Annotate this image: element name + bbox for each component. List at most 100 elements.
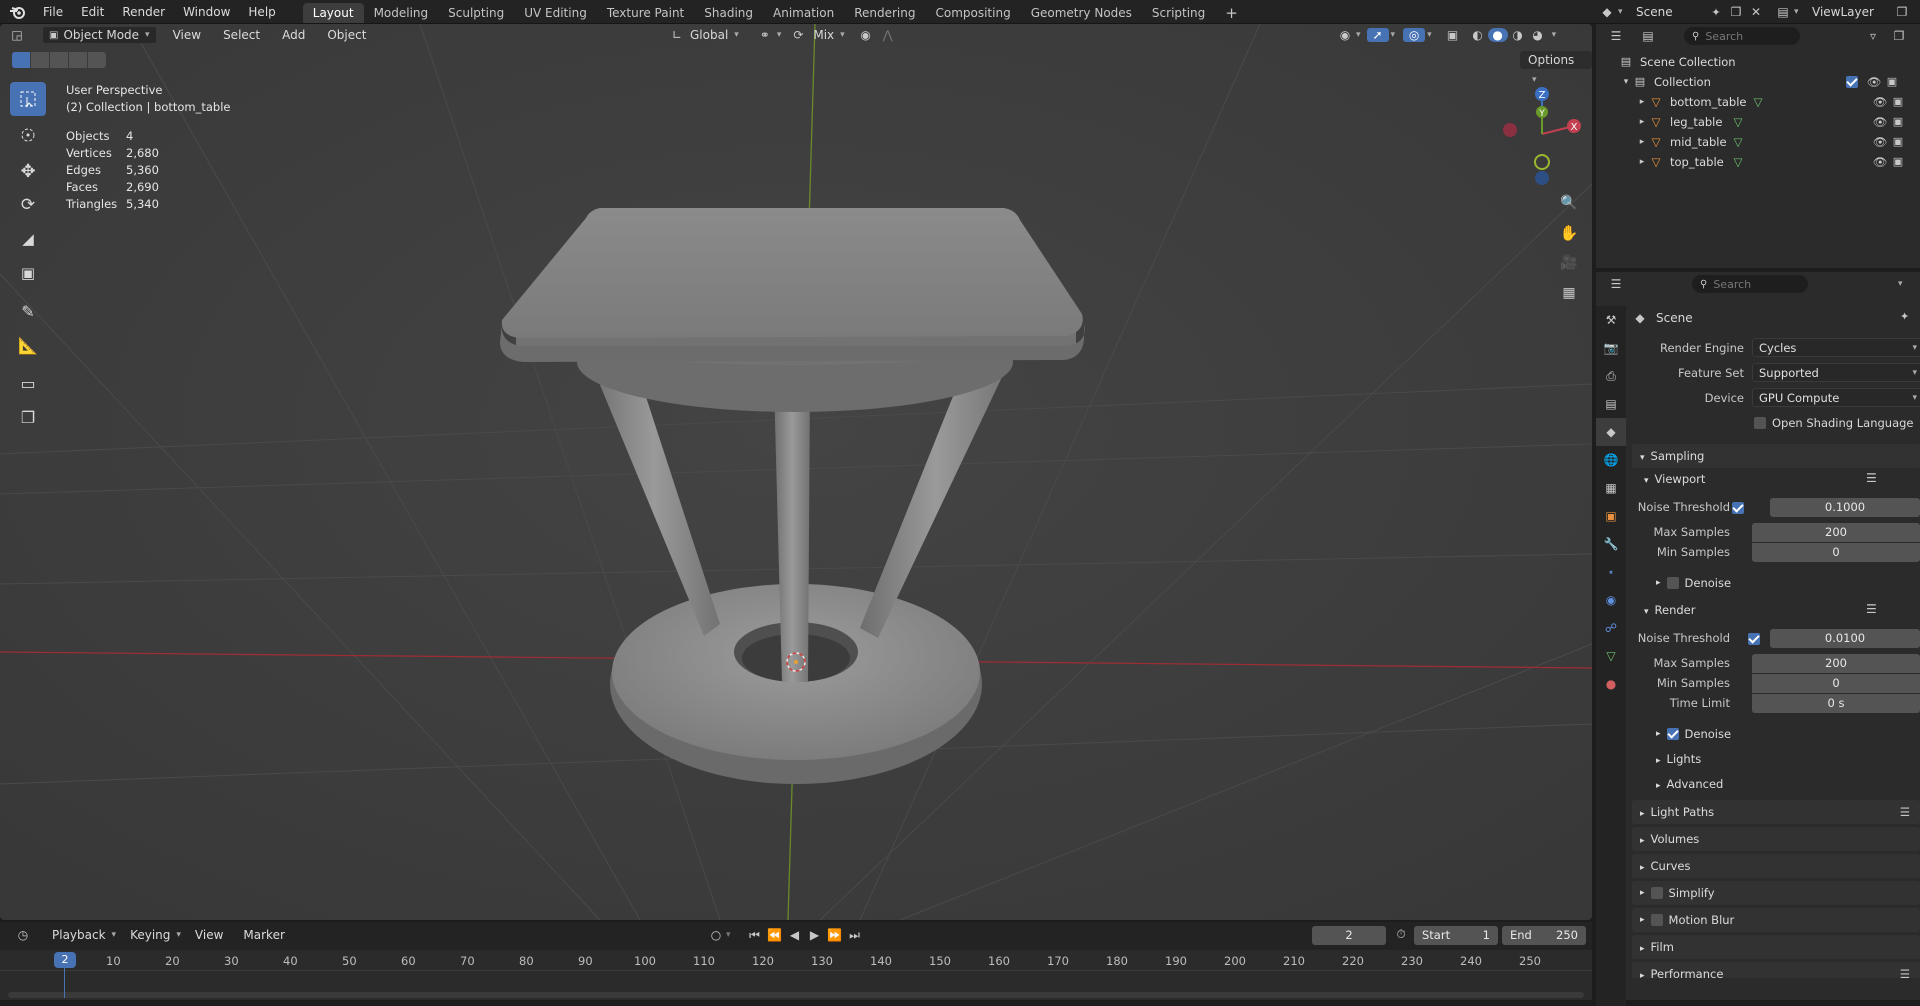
menu-file[interactable]: File [34, 0, 72, 24]
material-tab-icon[interactable]: ● [1596, 670, 1626, 698]
jump-end-icon[interactable]: ⏭ [845, 928, 865, 943]
collection-tab-icon[interactable]: ▦ [1596, 474, 1626, 502]
overlays-icon[interactable]: ◎ [1403, 28, 1426, 42]
pan-hand-icon[interactable]: ✋ [1556, 220, 1582, 246]
options-dropdown[interactable]: Options ▾ [1520, 51, 1592, 85]
viewport-scene[interactable] [0, 24, 1592, 920]
render-noise-threshold-checkbox[interactable] [1747, 633, 1760, 645]
properties-search[interactable]: ⚲ Search [1692, 275, 1808, 293]
simplify-section[interactable]: ▸ Simplify [1632, 881, 1920, 905]
menu-keying[interactable]: Keying [124, 925, 176, 945]
sampling-section-header[interactable]: ▾ Sampling [1632, 444, 1920, 468]
modifier-tab-icon[interactable]: 🔧 [1596, 530, 1626, 558]
eye-icon[interactable]: 👁 [1870, 92, 1890, 112]
motion-blur-checkbox[interactable] [1650, 914, 1663, 926]
filter-icon[interactable]: ▿ [1860, 29, 1886, 43]
rendered-shading-icon[interactable]: ◕ [1528, 28, 1548, 42]
cursor-tool-icon[interactable] [10, 118, 46, 152]
viewport-noise-threshold-checkbox[interactable] [1732, 502, 1744, 514]
volumes-section[interactable]: ▸ Volumes [1632, 827, 1920, 851]
presets-list-icon[interactable]: ☰ [1866, 471, 1877, 485]
eye-icon[interactable]: 👁 [1870, 112, 1890, 132]
simplify-checkbox[interactable] [1650, 887, 1663, 899]
tab-geometry-nodes[interactable]: Geometry Nodes [1021, 3, 1142, 23]
add-cube-tool-icon[interactable]: ▭ [10, 366, 46, 400]
view-layer-selector[interactable]: ▤ ▾ ViewLayer ❐ [1772, 0, 1920, 24]
mesh-data-icon[interactable]: ▽ [1730, 152, 1746, 172]
scene-selector[interactable]: ◆ ▾ Scene ✦ ❐ ✕ [1596, 0, 1766, 24]
wireframe-shading-icon[interactable]: ◐ [1468, 28, 1488, 42]
visibility-icon[interactable]: ◉ [1334, 28, 1356, 42]
menu-add[interactable]: Add [276, 25, 311, 45]
tab-animation[interactable]: Animation [763, 3, 844, 23]
render-time-limit-field[interactable]: 0 s [1752, 694, 1920, 713]
scene-name[interactable]: Scene [1636, 5, 1706, 19]
feature-set-dropdown[interactable]: Supported ▾ [1752, 363, 1920, 382]
camera-icon[interactable]: ▣ [1890, 112, 1906, 132]
collection-row[interactable]: ▾ ▤ Collection 👁 ▣ [1596, 72, 1920, 92]
world-tab-icon[interactable]: 🌐 [1596, 446, 1626, 474]
navigation-gizmo[interactable]: Z X Y [1490, 82, 1586, 192]
render-subpanel-header[interactable]: ▾ Render [1644, 600, 1695, 620]
viewport-denoise-checkbox[interactable] [1666, 577, 1679, 589]
light-paths-section[interactable]: ▸ Light Paths ☰ [1632, 800, 1920, 824]
curves-section[interactable]: ▸ Curves [1632, 854, 1920, 878]
mesh-data-icon[interactable]: ▽ [1730, 132, 1746, 152]
outliner-object-row[interactable]: ▸ ▽ top_table ▽ 👁 ▣ [1596, 152, 1920, 172]
viewport-max-samples-field[interactable]: 200 [1752, 523, 1920, 542]
expand-arrow-icon[interactable]: ▸ [1636, 92, 1648, 112]
scale-tool-icon[interactable]: ◢ [10, 222, 46, 256]
pin-icon[interactable]: ✦ [1706, 6, 1726, 19]
menu-view[interactable]: View [189, 925, 229, 945]
menu-select[interactable]: Select [217, 25, 266, 45]
move-tool-icon[interactable]: ✥ [10, 154, 46, 188]
view-layer-name[interactable]: ViewLayer [1812, 5, 1892, 19]
outliner-object-row[interactable]: ▸ ▽ leg_table ▽ 👁 ▣ [1596, 112, 1920, 132]
camera-icon[interactable]: ▣ [1890, 132, 1906, 152]
outliner-object-row[interactable]: ▸ ▽ mid_table ▽ 👁 ▣ [1596, 132, 1920, 152]
xray-icon[interactable]: ▣ [1442, 28, 1464, 42]
tab-scripting[interactable]: Scripting [1142, 3, 1215, 23]
measure-tool-icon[interactable]: 📐 [10, 328, 46, 362]
gizmo-toggle-icon[interactable]: ➚ [1366, 28, 1389, 42]
object-name[interactable]: bottom_table [1670, 92, 1750, 112]
camera-icon[interactable]: ▣ [1884, 72, 1900, 92]
falloff-icon[interactable]: ⋀ [877, 28, 899, 42]
new-collection-icon[interactable]: ❐ [1886, 29, 1912, 43]
viewport-denoise-subpanel[interactable]: ▸ Denoise [1656, 573, 1731, 593]
orientation-dropdown[interactable]: Global [690, 28, 728, 42]
delete-scene-icon[interactable]: ✕ [1746, 5, 1766, 19]
tab-shading[interactable]: Shading [694, 3, 763, 23]
select-difference-icon[interactable] [69, 52, 87, 68]
tab-texture-paint[interactable]: Texture Paint [597, 3, 694, 23]
playhead[interactable]: 2 [54, 952, 76, 968]
tab-modeling[interactable]: Modeling [364, 3, 439, 23]
menu-render[interactable]: Render [113, 0, 174, 24]
outliner-object-row[interactable]: ▸ ▽ bottom_table ▽ 👁 ▣ [1596, 92, 1920, 112]
properties-editor-icon[interactable]: ☰ [1602, 277, 1630, 291]
data-tab-icon[interactable]: ▽ [1596, 642, 1626, 670]
mesh-data-icon[interactable]: ▽ [1730, 112, 1746, 132]
outliner-editor-icon[interactable]: ☰ [1602, 29, 1630, 43]
osl-checkbox-row[interactable]: Open Shading Language [1754, 415, 1914, 431]
render-max-samples-field[interactable]: 200 [1752, 654, 1920, 673]
snap-mode[interactable]: Mix [813, 28, 834, 42]
menu-view[interactable]: View [167, 25, 207, 45]
tab-rendering[interactable]: Rendering [844, 3, 925, 23]
new-scene-icon[interactable]: ❐ [1726, 5, 1746, 19]
render-engine-dropdown[interactable]: Cycles ▾ [1752, 338, 1920, 357]
tab-compositing[interactable]: Compositing [925, 3, 1020, 23]
tool-tab-icon[interactable]: ⚒ [1596, 306, 1626, 334]
select-subtract-icon[interactable] [50, 52, 68, 68]
tab-uv-editing[interactable]: UV Editing [514, 3, 597, 23]
camera-icon[interactable]: ▣ [1890, 92, 1906, 112]
menu-marker[interactable]: Marker [237, 925, 290, 945]
ortho-grid-icon[interactable]: ▦ [1556, 280, 1582, 306]
render-denoise-checkbox[interactable] [1666, 728, 1679, 740]
osl-checkbox[interactable] [1754, 417, 1766, 429]
render-tab-icon[interactable]: 📷 [1596, 334, 1626, 362]
auto-keying-icon[interactable]: ○ [706, 928, 726, 942]
view-layer-tab-icon[interactable]: ▤ [1596, 390, 1626, 418]
blender-logo-icon[interactable] [0, 0, 34, 24]
solid-shading-icon[interactable]: ● [1487, 28, 1508, 42]
